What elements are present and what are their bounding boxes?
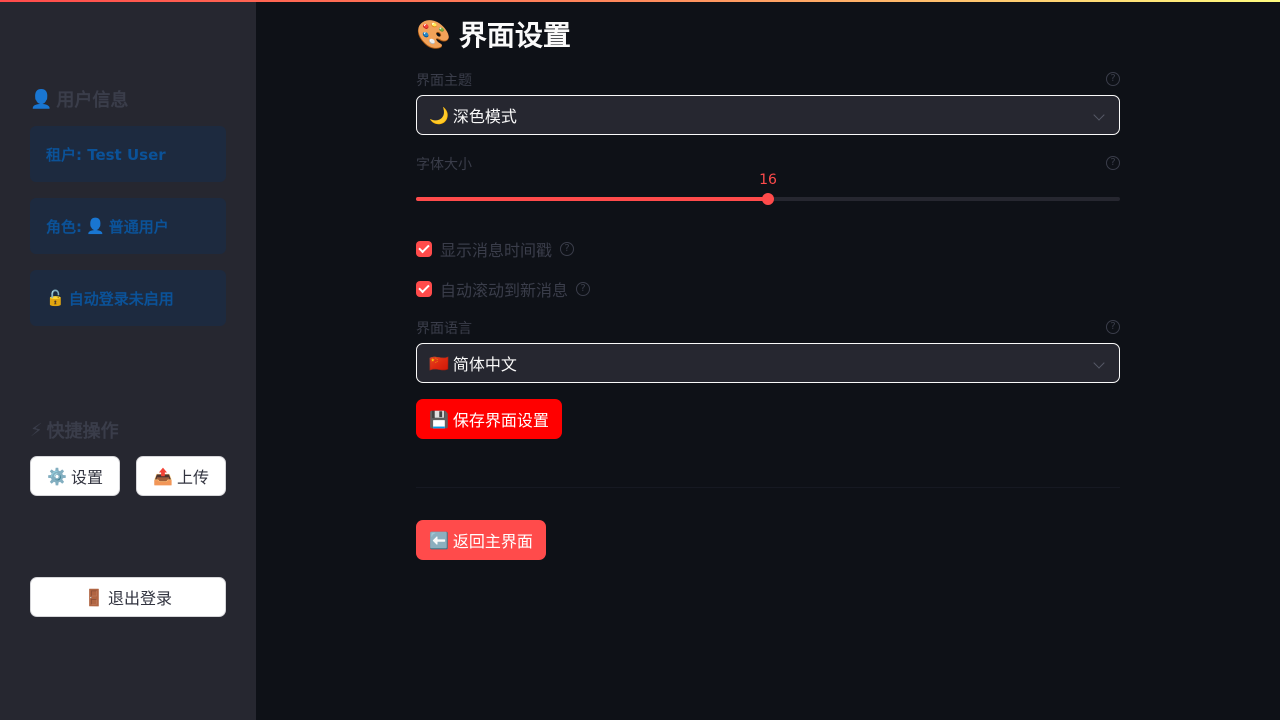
china-flag-icon: 🇨🇳 (429, 353, 449, 373)
role-box: 角色: 👤 普通用户 (30, 198, 226, 254)
show-timestamp-help-icon[interactable]: ? (560, 242, 575, 256)
back-to-main-button[interactable]: ⬅️ 返回主界面 (416, 520, 546, 560)
language-help-icon[interactable]: ? (1106, 320, 1120, 334)
auto-scroll-checkbox[interactable] (416, 281, 432, 297)
user-name-text: 租户: Test User (46, 145, 166, 164)
role-prefix: 角色: (46, 217, 82, 236)
show-timestamp-checkbox[interactable] (416, 241, 432, 257)
font-size-label: 字体大小 (416, 157, 472, 173)
quick-actions-title: 快捷操作 (46, 421, 119, 442)
save-settings-label: 保存界面设置 (452, 411, 549, 430)
door-icon: 🚪 (84, 587, 104, 607)
settings-button-label: 设置 (70, 468, 103, 487)
auto-login-text: 自动登录未启用 (68, 289, 174, 308)
upload-button-label: 上传 (176, 468, 209, 487)
slider-thumb[interactable] (762, 193, 774, 205)
language-select[interactable]: 🇨🇳 简体中文 (416, 343, 1120, 383)
quick-actions-heading: ⚡ 快捷操作 (30, 417, 119, 443)
auto-scroll-label: 自动滚动到新消息 (440, 281, 569, 300)
top-decoration-bar (0, 0, 1280, 2)
auto-login-box: 🔓 自动登录未启用 (30, 270, 226, 326)
logout-button[interactable]: 🚪 退出登录 (30, 577, 226, 617)
upload-button[interactable]: 📤 上传 (136, 456, 226, 496)
slider-value: 16 (759, 172, 777, 188)
palette-icon: 🎨 (416, 17, 451, 51)
logout-button-label: 退出登录 (107, 589, 172, 608)
user-info-heading: 👤 用户信息 (30, 86, 128, 112)
check-icon (418, 281, 430, 294)
sidebar: 👤 用户信息 租户: Test User 角色: 👤 普通用户 🔓 自动登录未启… (0, 0, 256, 720)
font-size-slider[interactable]: 16 (416, 172, 1120, 205)
slider-fill (416, 197, 768, 201)
save-settings-button[interactable]: 💾 保存界面设置 (416, 399, 562, 439)
user-icon: 👤 (30, 88, 53, 110)
divider (416, 487, 1120, 488)
settings-button[interactable]: ⚙️ 设置 (30, 456, 120, 496)
settings-panel: 🎨 界面设置 界面主题 ? 🌙 深色模式 字体大小 ? 16 显示消息时间戳 ?… (416, 0, 1120, 720)
show-timestamp-option[interactable]: 显示消息时间戳 ? (416, 237, 575, 261)
page-title: 🎨 界面设置 (416, 14, 571, 54)
user-name-box: 租户: Test User (30, 126, 226, 182)
theme-select[interactable]: 🌙 深色模式 (416, 95, 1120, 135)
user-info-title: 用户信息 (56, 90, 129, 111)
theme-help-icon[interactable]: ? (1106, 72, 1120, 86)
chevron-down-icon (1093, 109, 1105, 121)
lightning-icon: ⚡ (30, 419, 43, 441)
moon-icon: 🌙 (429, 105, 449, 125)
auto-scroll-help-icon[interactable]: ? (576, 282, 591, 296)
chevron-down-icon (1093, 357, 1105, 369)
language-label: 界面语言 (416, 321, 472, 337)
font-size-help-icon[interactable]: ? (1106, 156, 1120, 170)
language-select-value: 简体中文 (452, 355, 517, 374)
theme-select-value: 深色模式 (452, 107, 517, 126)
left-arrow-icon: ⬅️ (429, 530, 449, 550)
check-icon (418, 241, 430, 254)
role-value: 普通用户 (108, 217, 169, 236)
upload-icon: 📤 (153, 466, 173, 486)
unlock-icon: 🔓 (46, 289, 65, 307)
page-title-text: 界面设置 (458, 19, 571, 52)
floppy-disk-icon: 💾 (429, 409, 449, 429)
auto-scroll-option[interactable]: 自动滚动到新消息 ? (416, 277, 591, 301)
gear-icon: ⚙️ (47, 466, 67, 486)
show-timestamp-label: 显示消息时间戳 (440, 241, 553, 260)
back-to-main-label: 返回主界面 (452, 532, 533, 551)
theme-label: 界面主题 (416, 73, 472, 89)
role-user-icon: 👤 (86, 217, 105, 235)
